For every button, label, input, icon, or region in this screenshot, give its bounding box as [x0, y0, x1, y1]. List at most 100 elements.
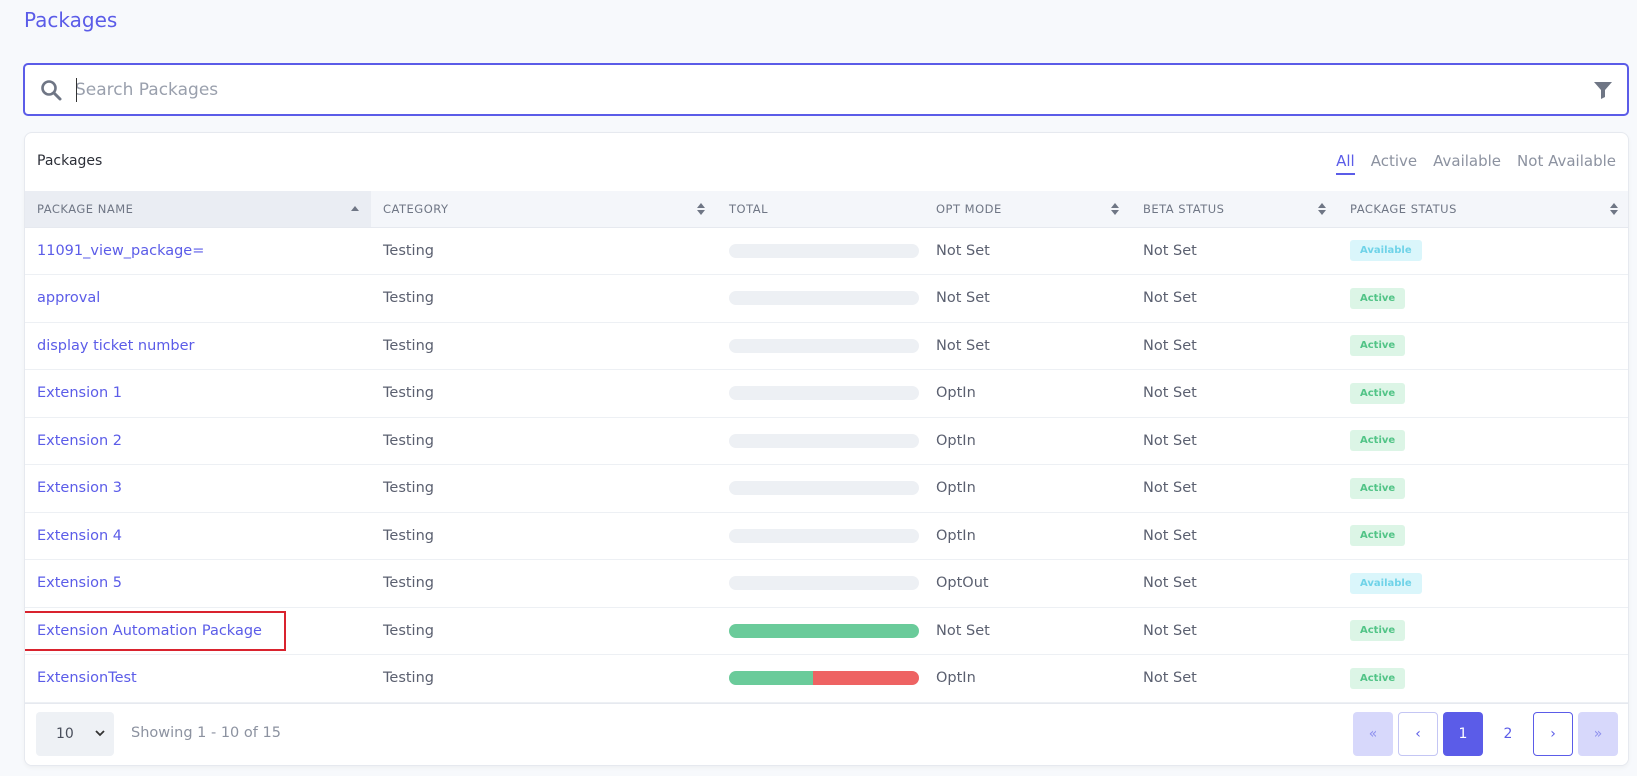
first-page-button[interactable]: « [1353, 711, 1393, 756]
cell-total [717, 369, 924, 418]
cell-beta-status: Not Set [1131, 322, 1338, 370]
cell-package-status: Available [1338, 559, 1628, 608]
column-header-beta-status[interactable]: BETA STATUS [1131, 191, 1338, 228]
table-row[interactable]: approval Testing Not Set Not Set Active [25, 274, 1628, 323]
opt-mode-text: OptIn [936, 385, 976, 402]
page-button-2[interactable]: 2 [1488, 711, 1528, 756]
total-progress-bar [729, 576, 919, 591]
table-row[interactable]: Extension Automation Package Testing Not S… [25, 607, 1628, 655]
beta-status-text: Not Set [1143, 575, 1197, 592]
cell-package-name: Extension Automation Package [25, 607, 371, 655]
cell-total [717, 607, 924, 655]
cell-category: Testing [371, 654, 717, 703]
status-badge: Active [1350, 287, 1406, 309]
category-text: Testing [383, 432, 434, 449]
text-caret [76, 78, 77, 102]
column-header-package-status[interactable]: PACKAGE STATUS [1338, 191, 1628, 228]
status-badge: Active [1350, 430, 1406, 452]
column-label: PACKAGE STATUS [1350, 201, 1457, 216]
page-button-1[interactable]: 1 [1443, 711, 1483, 756]
package-name-link[interactable]: approval [37, 290, 100, 306]
page-size-value: 10 [56, 725, 74, 742]
table-row[interactable]: Extension 3 Testing OptIn Not Set Active [25, 464, 1628, 513]
category-text: Testing [383, 622, 434, 639]
category-text: Testing [383, 337, 434, 354]
next-page-button[interactable]: › [1533, 711, 1573, 756]
cell-opt-mode: Not Set [924, 322, 1131, 370]
status-badge: Active [1350, 477, 1406, 499]
cell-category: Testing [371, 607, 717, 655]
column-label: OPT MODE [936, 201, 1002, 216]
table-row[interactable]: Extension 4 Testing OptIn Not Set Active [25, 512, 1628, 560]
card-title: Packages [37, 153, 103, 169]
cell-category: Testing [371, 227, 717, 275]
package-name-link[interactable]: Extension 5 [37, 575, 122, 591]
category-text: Testing [383, 385, 434, 402]
search-bar[interactable] [23, 63, 1629, 116]
column-label: TOTAL [729, 201, 768, 216]
packages-table: PACKAGE NAME CATEGORY TOTAL OPT MODE BET… [25, 191, 1628, 703]
package-name-link[interactable]: Extension 4 [37, 528, 122, 544]
cell-package-name: Extension 5 [25, 559, 371, 608]
status-badge: Active [1350, 335, 1406, 357]
beta-status-text: Not Set [1143, 385, 1197, 402]
cell-beta-status: Not Set [1131, 417, 1338, 465]
tab-not-available[interactable]: Not Available [1517, 152, 1616, 175]
cell-total [717, 322, 924, 370]
cell-beta-status: Not Set [1131, 227, 1338, 275]
filter-icon[interactable] [1593, 80, 1613, 100]
column-header-package-name[interactable]: PACKAGE NAME [25, 191, 371, 228]
beta-status-text: Not Set [1143, 242, 1197, 259]
column-header-category[interactable]: CATEGORY [371, 191, 717, 228]
table-row[interactable]: display ticket number Testing Not Set Not S… [25, 322, 1628, 370]
showing-range: Showing 1 - 10 of 15 [131, 724, 281, 741]
search-input[interactable] [75, 75, 1525, 105]
cell-opt-mode: Not Set [924, 607, 1131, 655]
column-label: BETA STATUS [1143, 201, 1225, 216]
column-header-opt-mode[interactable]: OPT MODE [924, 191, 1131, 228]
opt-mode-text: Not Set [936, 622, 990, 639]
cell-package-name: display ticket number [25, 322, 371, 370]
cell-total [717, 417, 924, 465]
column-header-total: TOTAL [717, 191, 924, 228]
tab-all[interactable]: All [1336, 152, 1355, 175]
cell-category: Testing [371, 274, 717, 323]
category-text: Testing [383, 670, 434, 687]
tab-active[interactable]: Active [1371, 152, 1417, 175]
total-progress-bar [729, 291, 919, 306]
package-name-link[interactable]: display ticket number [37, 338, 194, 354]
status-badge: Available [1350, 240, 1422, 262]
opt-mode-text: OptIn [936, 527, 976, 544]
prev-page-button[interactable]: ‹ [1398, 711, 1438, 756]
table-row[interactable]: ExtensionTest Testing OptIn Not Set Active [25, 654, 1628, 703]
sort-icon [1318, 203, 1326, 215]
opt-mode-text: OptIn [936, 432, 976, 449]
table-row[interactable]: Extension 5 Testing OptOut Not Set Available [25, 559, 1628, 608]
package-name-link[interactable]: 11091_view_package= [37, 243, 204, 259]
cell-opt-mode: OptIn [924, 654, 1131, 703]
status-badge: Available [1350, 572, 1422, 594]
package-name-link[interactable]: Extension 1 [37, 385, 122, 401]
cell-package-status: Active [1338, 512, 1628, 560]
last-page-button[interactable]: » [1578, 711, 1618, 756]
table-row[interactable]: Extension 2 Testing OptIn Not Set Active [25, 417, 1628, 465]
column-label: CATEGORY [383, 201, 449, 216]
table-row[interactable]: Extension 1 Testing OptIn Not Set Active [25, 369, 1628, 418]
cell-opt-mode: OptIn [924, 369, 1131, 418]
status-filter-tabs: All Active Available Not Available [1336, 152, 1616, 175]
chevron-left-icon: ‹ [1415, 725, 1421, 742]
cell-category: Testing [371, 559, 717, 608]
cell-opt-mode: OptIn [924, 417, 1131, 465]
beta-status-text: Not Set [1143, 290, 1197, 307]
cell-package-status: Active [1338, 369, 1628, 418]
package-name-link[interactable]: Extension 2 [37, 433, 122, 449]
package-name-link[interactable]: Extension 3 [37, 480, 122, 496]
category-text: Testing [383, 480, 434, 497]
pagination: « ‹ 1 2 › » [1353, 711, 1618, 756]
table-row[interactable]: 11091_view_package= Testing Not Set Not Set… [25, 227, 1628, 275]
package-name-link[interactable]: ExtensionTest [37, 670, 137, 686]
tab-available[interactable]: Available [1433, 152, 1501, 175]
page-size-select[interactable]: 10 [36, 711, 114, 756]
package-name-link[interactable]: Extension Automation Package [25, 610, 286, 651]
cell-total [717, 654, 924, 703]
